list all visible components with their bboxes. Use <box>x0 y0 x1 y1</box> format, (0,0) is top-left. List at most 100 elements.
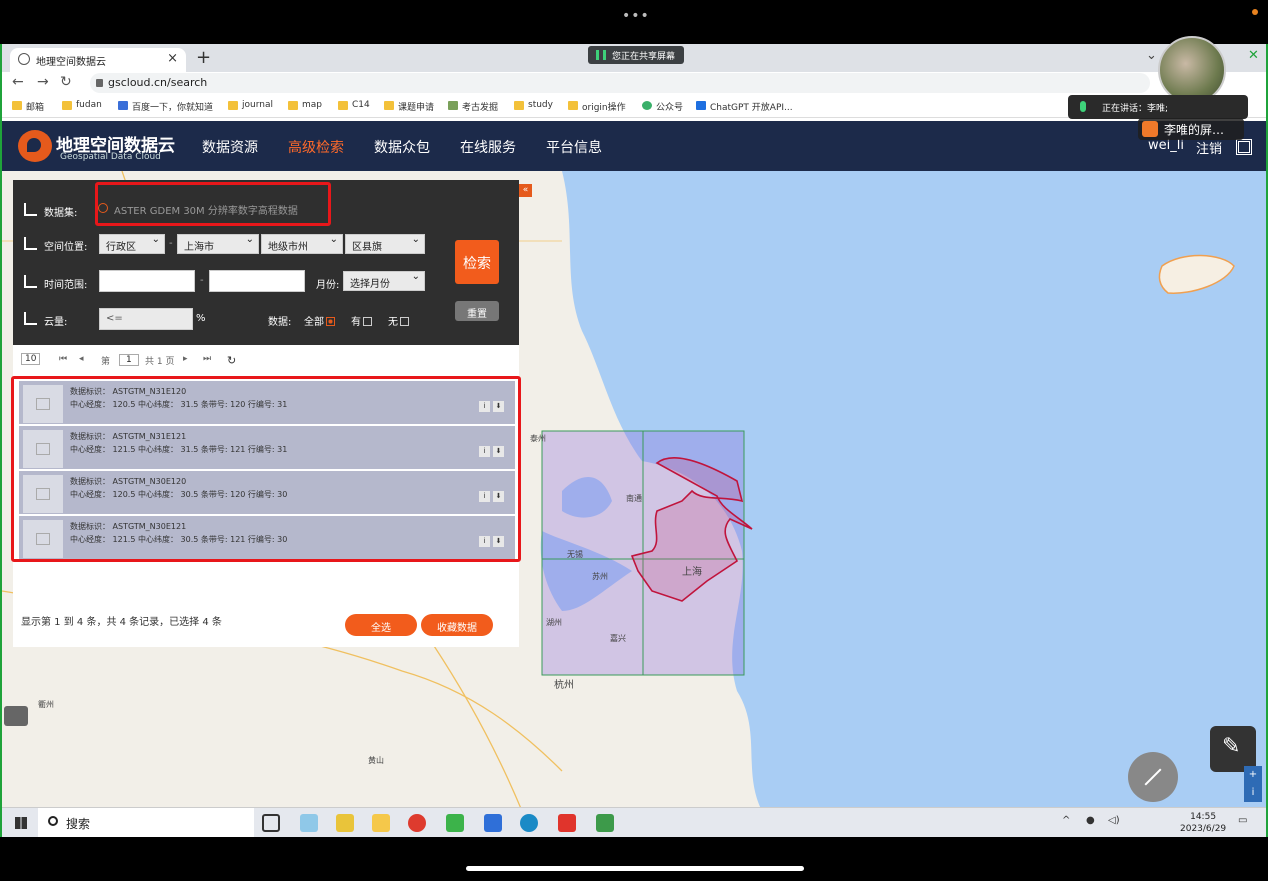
multitask-dots[interactable]: ••• <box>622 8 650 24</box>
bookmark-label: study <box>528 100 553 110</box>
volume-icon[interactable]: ◁) <box>1108 815 1120 826</box>
username-link[interactable]: wei_li <box>1148 138 1184 153</box>
image-icon <box>448 101 458 110</box>
bookmark-item[interactable]: fudan <box>62 100 102 110</box>
mute-microphone-icon[interactable] <box>1128 752 1178 802</box>
last-page-icon[interactable]: ⏭ <box>203 354 211 364</box>
bookmark-label: origin操作 <box>582 103 626 113</box>
shared-screen-owner[interactable]: 李唯的屏… <box>1138 118 1244 140</box>
nav-crowdsourcing[interactable]: 数据众包 <box>374 137 430 157</box>
month-label: 月份: <box>316 280 340 291</box>
nav-data-resources[interactable]: 数据资源 <box>202 137 258 157</box>
chrome-icon[interactable] <box>408 814 426 832</box>
end-date-input[interactable] <box>209 270 305 292</box>
logo-icon[interactable] <box>18 130 52 162</box>
forward-icon[interactable]: → <box>37 74 49 90</box>
city-select[interactable]: 地级市州 <box>261 234 343 254</box>
bookmark-label: journal <box>242 100 273 110</box>
microphone-icon[interactable]: ● <box>1086 815 1095 826</box>
province-select[interactable]: 上海市 <box>177 234 259 254</box>
new-tab-button[interactable]: + <box>196 47 211 68</box>
taskbar-clock[interactable]: 14:55 2023/6/29 <box>1180 811 1226 835</box>
qrcode-icon[interactable] <box>1236 139 1252 155</box>
nav-online-services[interactable]: 在线服务 <box>460 137 516 157</box>
windows-taskbar: 搜索 ^ ● ◁) 14:55 2023/6/29 ▭ <box>2 807 1266 837</box>
bookmark-item[interactable]: journal <box>228 100 273 110</box>
wechat-icon[interactable] <box>446 814 464 832</box>
refresh-icon[interactable]: ↻ <box>227 354 236 367</box>
prev-page-icon[interactable]: ◂ <box>79 354 84 364</box>
app-icon[interactable] <box>596 814 614 832</box>
dash-separator: - <box>200 275 204 286</box>
checkbox-checked-icon[interactable] <box>326 317 335 326</box>
location-type-select[interactable]: 行政区 <box>99 234 165 254</box>
folder-icon <box>62 101 72 110</box>
map-label: 嘉兴 <box>610 634 626 643</box>
participant-avatar[interactable] <box>1158 36 1226 104</box>
file-explorer-icon[interactable] <box>372 814 390 832</box>
option-yes[interactable]: 有 <box>351 313 372 328</box>
close-tab-icon[interactable]: × <box>167 51 178 66</box>
collapse-panel-button[interactable]: « <box>519 184 532 197</box>
bookmark-item[interactable]: map <box>288 100 322 110</box>
select-all-button[interactable]: 全选 <box>345 614 417 636</box>
first-page-icon[interactable]: ⏮ <box>59 354 67 364</box>
url-field[interactable]: gscloud.cn/search <box>90 73 1150 93</box>
month-select[interactable]: 选择月份 <box>343 271 425 291</box>
reset-button[interactable]: 重置 <box>455 301 499 321</box>
bookmark-label: 百度一下，你就知道 <box>132 103 214 113</box>
app-icon[interactable] <box>520 814 538 832</box>
bookmark-item[interactable]: study <box>514 100 553 110</box>
map-label: 无锡 <box>567 550 583 559</box>
option-all[interactable]: 全部 <box>304 313 335 328</box>
page-size-select[interactable]: 10 <box>21 353 41 365</box>
checkbox-icon[interactable] <box>363 317 372 326</box>
owner-label: 李唯的屏… <box>1164 123 1225 137</box>
bookmark-item[interactable]: 考古发掘 <box>448 100 498 113</box>
task-view-icon[interactable] <box>262 814 280 832</box>
zhihu-icon <box>696 101 706 110</box>
browser-tab[interactable]: 地理空间数据云 × <box>10 48 186 72</box>
folder-icon <box>514 101 524 110</box>
back-icon[interactable]: ← <box>12 74 24 90</box>
search-button[interactable]: 检索 <box>455 240 499 284</box>
home-indicator[interactable] <box>466 866 804 871</box>
zoom-in-icon[interactable]: + <box>1244 766 1262 784</box>
info-icon[interactable]: i <box>1244 784 1262 802</box>
reload-icon[interactable]: ↻ <box>60 74 72 90</box>
bookmark-item[interactable]: 课题申请 <box>384 100 434 113</box>
collect-data-button[interactable]: 收藏数据 <box>421 614 493 636</box>
bookmark-item[interactable]: 公众号 <box>642 100 683 113</box>
folder-icon <box>384 101 394 110</box>
app-icon[interactable] <box>484 814 502 832</box>
nav-platform-info[interactable]: 平台信息 <box>546 137 602 157</box>
cloud-input[interactable]: <= <box>99 308 193 330</box>
page-input[interactable]: 1 <box>119 354 139 366</box>
close-window-icon[interactable]: ✕ <box>1248 48 1259 63</box>
tray-chevron-up-icon[interactable]: ^ <box>1062 815 1070 826</box>
chevron-down-icon[interactable]: ⌄ <box>1146 48 1157 63</box>
app-icon[interactable] <box>300 814 318 832</box>
start-date-input[interactable] <box>99 270 195 292</box>
taskbar-search[interactable]: 搜索 <box>38 808 254 837</box>
bookmark-item[interactable]: ChatGPT 开放API... <box>696 100 793 113</box>
notification-icon[interactable]: ▭ <box>1238 815 1247 826</box>
sticky-notes-icon[interactable] <box>336 814 354 832</box>
bookmark-item[interactable]: C14 <box>338 100 370 110</box>
wps-icon[interactable] <box>558 814 576 832</box>
next-page-icon[interactable]: ▸ <box>183 354 188 364</box>
results-highlight-box <box>11 376 521 562</box>
option-no[interactable]: 无 <box>388 313 409 328</box>
tab-title: 地理空间数据云 <box>36 57 106 68</box>
list-icon[interactable] <box>4 706 28 726</box>
checkbox-icon[interactable] <box>400 317 409 326</box>
recycle-icon <box>642 101 652 110</box>
logout-link[interactable]: 注销 <box>1196 138 1222 157</box>
bookmark-item[interactable]: 百度一下，你就知道 <box>118 100 213 113</box>
bookmark-item[interactable]: 邮箱 <box>12 100 44 113</box>
time-label-text: 时间范围: <box>44 280 88 291</box>
county-select[interactable]: 区县旗 <box>345 234 425 254</box>
windows-start-icon[interactable] <box>15 817 27 829</box>
bookmark-item[interactable]: origin操作 <box>568 100 626 113</box>
nav-advanced-search[interactable]: 高级检索 <box>288 137 344 157</box>
